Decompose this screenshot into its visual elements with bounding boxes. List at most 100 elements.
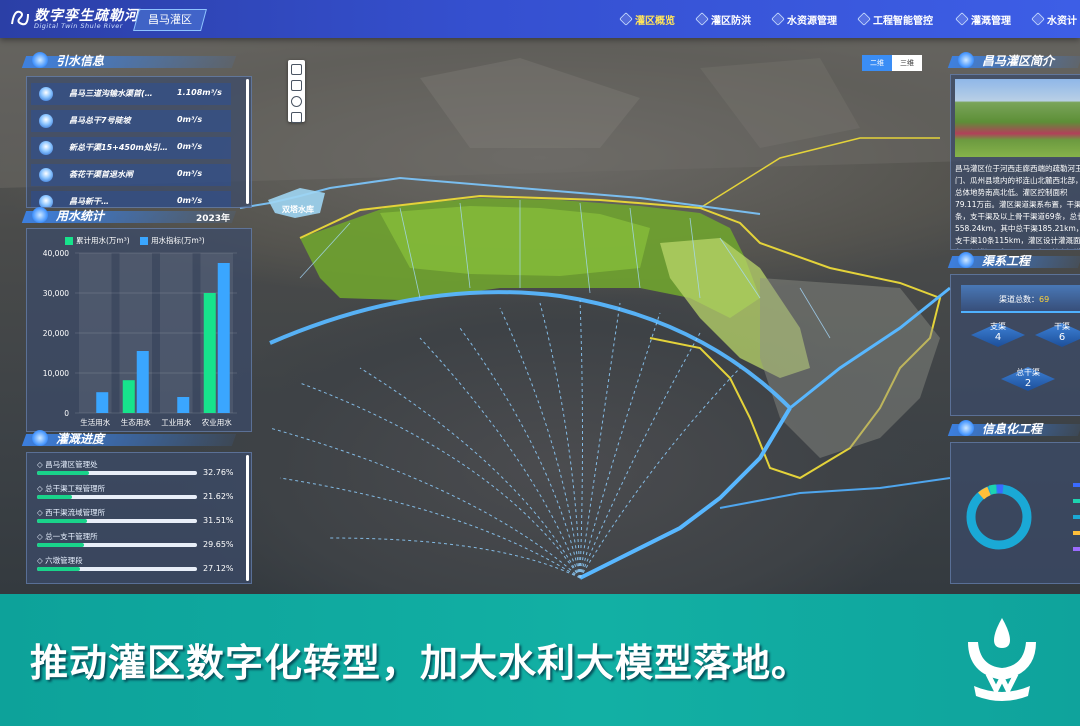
list-item[interactable]: 荟花干渠首退水闸 0m³/s bbox=[31, 164, 231, 186]
top-navigation-bar: 数字孪生疏勒河 Digital Twin Shule River 昌马灌区 灌区… bbox=[0, 0, 1080, 38]
view-2d-toggle[interactable]: 二维 bbox=[862, 55, 892, 71]
progress-item-name: ◇ 西干渠流域管理所 bbox=[37, 508, 106, 517]
crop-icon[interactable] bbox=[291, 80, 302, 91]
map-tool-column bbox=[288, 60, 305, 123]
view-3d-toggle[interactable]: 三维 bbox=[892, 55, 922, 71]
yongshui-header: 用水统计 2023年 bbox=[21, 207, 237, 225]
legend-swatch bbox=[1073, 483, 1080, 487]
row-value: 0m³/s bbox=[177, 142, 203, 151]
document-icon bbox=[958, 420, 974, 436]
row-name: 昌马三道沟输水渠首(… bbox=[69, 89, 153, 98]
row-name: 新总干渠15+450m处引… bbox=[69, 143, 168, 152]
jianjie-title: 昌马灌区简介 bbox=[982, 54, 1055, 68]
logo-icon bbox=[11, 10, 29, 26]
info-donut-chart bbox=[966, 484, 1032, 550]
legend-swatch-quota bbox=[140, 237, 149, 245]
water-drop-icon bbox=[39, 168, 53, 182]
guangai-title: 灌溉进度 bbox=[56, 432, 105, 446]
water-drop-icon bbox=[32, 52, 48, 68]
xinxihua-panel bbox=[950, 442, 1080, 584]
scrollbar[interactable] bbox=[246, 79, 249, 204]
bar-quota-0[interactable] bbox=[96, 392, 109, 413]
y-tick-label: 20,000 bbox=[43, 329, 69, 338]
water-drop-icon bbox=[958, 52, 974, 68]
yongshui-title: 用水统计 bbox=[56, 209, 105, 223]
progress-fill bbox=[37, 495, 72, 499]
nav-label: 工程智能管控 bbox=[873, 15, 933, 27]
yinshui-list[interactable]: 昌马三道沟输水渠首(… 1.108m³/s 昌马总干7号陡坡 0m³/s 新总干渠1… bbox=[26, 76, 252, 208]
canal-total-value: 69 bbox=[1039, 295, 1050, 304]
nav-shuiziyuan[interactable]: 水资源管理 bbox=[771, 10, 837, 28]
canal-total-label: 渠道总数： bbox=[999, 295, 1039, 304]
list-item[interactable]: 昌马总干7号陡坡 0m³/s bbox=[31, 110, 231, 132]
nav-shuizi[interactable]: 水资计 bbox=[1031, 10, 1077, 28]
row-value: 0m³/s bbox=[177, 169, 203, 178]
y-tick-label: 30,000 bbox=[43, 289, 69, 298]
canal-item-value: 6 bbox=[1058, 332, 1066, 343]
banner-text: 推动灌区数字化转型，加大水利大模型落地。 bbox=[30, 641, 811, 685]
nav-gongcheng[interactable]: 工程智能管控 bbox=[857, 10, 933, 28]
scrollbar[interactable] bbox=[246, 455, 249, 581]
xinxihua-title: 信息化工程 bbox=[982, 422, 1043, 436]
canal-item-name: 支渠 bbox=[990, 322, 1006, 331]
progress-bar bbox=[37, 567, 197, 571]
nav-guanqu-fanghong[interactable]: 灌区防洪 bbox=[695, 10, 751, 28]
jianjie-panel: 昌马灌区位于河西走廊西端的疏勒河玉门、瓜州县境内的祁连山北麓西北部，总体地势南高… bbox=[950, 74, 1080, 250]
canal-item[interactable]: 支渠 4 bbox=[971, 321, 1025, 343]
bar-cumulative-3[interactable] bbox=[203, 293, 216, 413]
bar-quota-1[interactable] bbox=[136, 351, 149, 413]
progress-fill bbox=[37, 471, 90, 475]
progress-item-name: ◇ 总干渠工程管理所 bbox=[37, 484, 106, 493]
nav-icon bbox=[1031, 12, 1045, 26]
layers-icon[interactable] bbox=[291, 64, 302, 75]
x-tick-label: 生活用水 bbox=[80, 417, 110, 427]
send-icon[interactable] bbox=[291, 112, 302, 123]
canal-item[interactable]: 总干渠 2 bbox=[1001, 367, 1055, 389]
guangai-header: 灌溉进度 bbox=[21, 430, 237, 448]
jianjie-header: 昌马灌区简介 bbox=[947, 52, 1080, 70]
progress-percent: 31.51% bbox=[203, 516, 234, 525]
legend-swatch bbox=[1073, 515, 1080, 519]
y-tick-label: 10,000 bbox=[43, 369, 69, 378]
nav-label: 水资源管理 bbox=[787, 15, 837, 27]
x-tick-label: 农业用水 bbox=[202, 417, 232, 427]
row-value: 1.108m³/s bbox=[177, 88, 222, 97]
list-item[interactable]: 新总干渠15+450m处引… 0m³/s bbox=[31, 137, 231, 159]
nav-guangai[interactable]: 灌溉管理 bbox=[955, 10, 1011, 28]
canal-item-value: 4 bbox=[994, 332, 1002, 343]
yongshui-panel: 累计用水(万m³) 用水指标(万m³) 0 10,000 20,000 30,000 4… bbox=[26, 228, 252, 432]
bar-quota-2[interactable] bbox=[177, 397, 190, 413]
list-item[interactable]: 昌马三道沟输水渠首(… 1.108m³/s bbox=[31, 83, 231, 105]
jianjie-text: 昌马灌区位于河西走廊西端的疏勒河玉门、瓜州县境内的祁连山北麓西北部，总体地势南高… bbox=[955, 164, 1080, 249]
nav-guanqu-gailan[interactable]: 灌区概览 bbox=[619, 10, 675, 28]
bar-quota-3[interactable] bbox=[217, 263, 230, 413]
list-item[interactable]: 昌马新干… 0m³/s bbox=[31, 191, 231, 207]
locate-icon[interactable] bbox=[291, 96, 302, 107]
yinshui-title: 引水信息 bbox=[56, 54, 105, 68]
bar-cumulative-1[interactable] bbox=[122, 380, 135, 413]
progress-bar bbox=[37, 495, 197, 499]
nav-icon bbox=[619, 12, 633, 26]
canal-item-name: 干渠 bbox=[1054, 322, 1070, 331]
reservoir-label[interactable]: 双塔水库 bbox=[282, 204, 314, 215]
yinshui-header: 引水信息 bbox=[21, 52, 237, 70]
nav-icon bbox=[857, 12, 871, 26]
nav-icon bbox=[955, 12, 969, 26]
qudao-panel: 渠道总数：69 支渠 4 干渠 6 总干渠 2 bbox=[950, 274, 1080, 416]
row-value: 0m³/s bbox=[177, 115, 203, 124]
progress-fill bbox=[37, 567, 81, 571]
area-tab-label: 昌马灌区 bbox=[148, 13, 192, 26]
cloud-icon bbox=[32, 207, 48, 223]
irrigation-photo bbox=[955, 79, 1080, 157]
caption-banner: 推动灌区数字化转型，加大水利大模型落地。 bbox=[0, 594, 1080, 726]
water-drop-icon bbox=[39, 114, 53, 128]
canal-total: 渠道总数：69 bbox=[999, 294, 1049, 305]
x-tick-label: 工业用水 bbox=[161, 417, 191, 427]
canal-item[interactable]: 干渠 6 bbox=[1035, 321, 1080, 343]
legend-swatch-cumulative bbox=[65, 237, 73, 245]
area-tab[interactable]: 昌马灌区 bbox=[133, 9, 207, 31]
legend-swatch bbox=[1073, 499, 1080, 503]
row-name: 昌马新干… bbox=[69, 197, 109, 206]
water-resources-logo-icon bbox=[968, 618, 1036, 701]
progress-percent: 29.65% bbox=[203, 540, 234, 549]
